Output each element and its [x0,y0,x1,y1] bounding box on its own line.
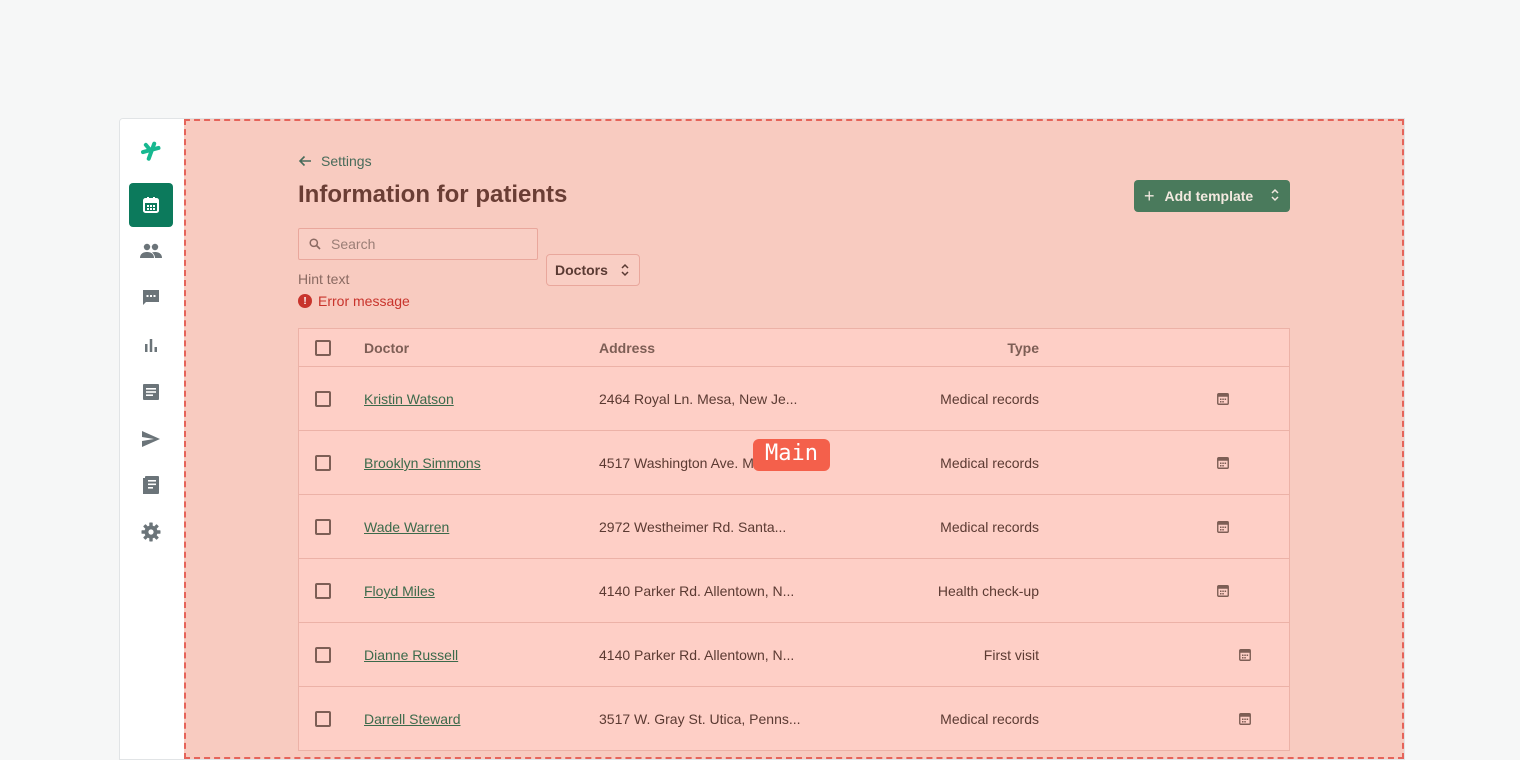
address-cell: 2972 Westheimer Rd. Santa... [599,519,787,535]
calendar-icon[interactable] [1239,648,1251,664]
column-header-type[interactable]: Type [1007,340,1039,356]
back-link-label: Settings [321,153,372,169]
search-input[interactable] [329,235,533,253]
table-row[interactable]: Dianne Russell 4140 Parker Rd. Allentown,… [299,623,1289,687]
doctor-link[interactable]: Dianne Russell [364,647,458,663]
doctor-link[interactable]: Kristin Watson [364,391,454,407]
address-cell: 3517 W. Gray St. Utica, Penns... [599,711,801,727]
type-cell: Medical records [940,391,1039,407]
calendar-icon [142,196,160,214]
row-checkbox[interactable] [315,711,331,727]
add-template-label: Add template [1164,188,1254,204]
type-cell: First visit [983,647,1039,663]
bar-chart-icon [144,338,158,352]
search-icon [309,238,321,250]
column-header-doctor[interactable]: Doctor [364,340,409,356]
row-checkbox[interactable] [315,519,331,535]
doctor-link[interactable]: Wade Warren [364,519,449,535]
send-icon [142,431,160,447]
doctors-select-value: Doctors [555,262,608,278]
address-cell: 4140 Parker Rd. Allentown, N... [599,647,795,663]
table-row[interactable]: Kristin Watson 2464 Royal Ln. Mesa, New J… [299,367,1289,431]
address-cell: 4140 Parker Rd. Allentown, N... [599,583,795,599]
address-cell: 4517 Washington Ave. M [599,455,754,471]
back-link[interactable]: Settings [298,153,372,169]
search-field[interactable] [298,228,538,260]
chevron-updown-icon [621,263,629,277]
plus-icon: + [1144,186,1155,206]
doctor-link[interactable]: Darrell Steward [364,711,460,727]
type-cell: Medical records [940,455,1039,471]
sidebar-item-ledger[interactable] [129,463,173,507]
select-all-checkbox[interactable] [315,340,331,356]
arrow-left-icon [298,155,311,167]
doctor-link[interactable]: Floyd Miles [364,583,435,599]
hint-text: Hint text [298,271,350,287]
sidebar-item-users[interactable] [129,229,173,273]
app-window: Settings Information for patients + Add … [119,118,1405,760]
sidebar-item-messages[interactable] [129,276,173,320]
error-message-text: Error message [318,293,410,309]
error-icon: ! [298,294,312,308]
column-header-address[interactable]: Address [599,340,655,356]
doctors-select[interactable]: Doctors [546,254,640,286]
sidebar-item-reports[interactable] [129,323,173,367]
calendar-icon[interactable] [1217,520,1229,536]
ledger-icon [143,476,159,494]
users-icon [140,243,162,259]
sidebar [120,119,185,759]
doctor-link[interactable]: Brooklyn Simmons [364,455,481,471]
calendar-icon[interactable] [1217,456,1229,472]
sidebar-item-send[interactable] [129,417,173,461]
type-cell: Medical records [940,519,1039,535]
row-checkbox[interactable] [315,647,331,663]
type-cell: Medical records [940,711,1039,727]
row-checkbox[interactable] [315,391,331,407]
add-template-button[interactable]: + Add template [1134,180,1290,212]
table-header: Doctor Address Type [299,329,1289,367]
templates-table: Doctor Address Type Kristin Watson 2464 R… [298,328,1290,751]
address-cell: 2464 Royal Ln. Mesa, New Je... [599,391,798,407]
table-row[interactable]: Darrell Steward 3517 W. Gray St. Utica, P… [299,687,1289,751]
region-label: Main [753,439,830,471]
error-message: ! Error message [298,293,410,309]
row-checkbox[interactable] [315,583,331,599]
calendar-icon[interactable] [1217,584,1229,600]
table-row[interactable]: Wade Warren 2972 Westheimer Rd. Santa... M… [299,495,1289,559]
calendar-icon[interactable] [1239,712,1251,728]
table-row[interactable]: Floyd Miles 4140 Parker Rd. Allentown, N.… [299,559,1289,623]
sidebar-item-documents[interactable] [129,370,173,414]
document-icon [143,384,159,400]
main-region: Settings Information for patients + Add … [184,119,1404,759]
logo-icon[interactable] [129,129,173,173]
calendar-icon[interactable] [1217,392,1229,408]
type-cell: Health check-up [937,583,1039,599]
row-checkbox[interactable] [315,455,331,471]
chat-icon [142,289,160,307]
page-title: Information for patients [298,181,568,208]
sidebar-item-calendar[interactable] [129,183,173,227]
chevron-updown-icon [1271,188,1279,202]
gear-icon [141,522,161,542]
sidebar-item-settings[interactable] [129,510,173,554]
